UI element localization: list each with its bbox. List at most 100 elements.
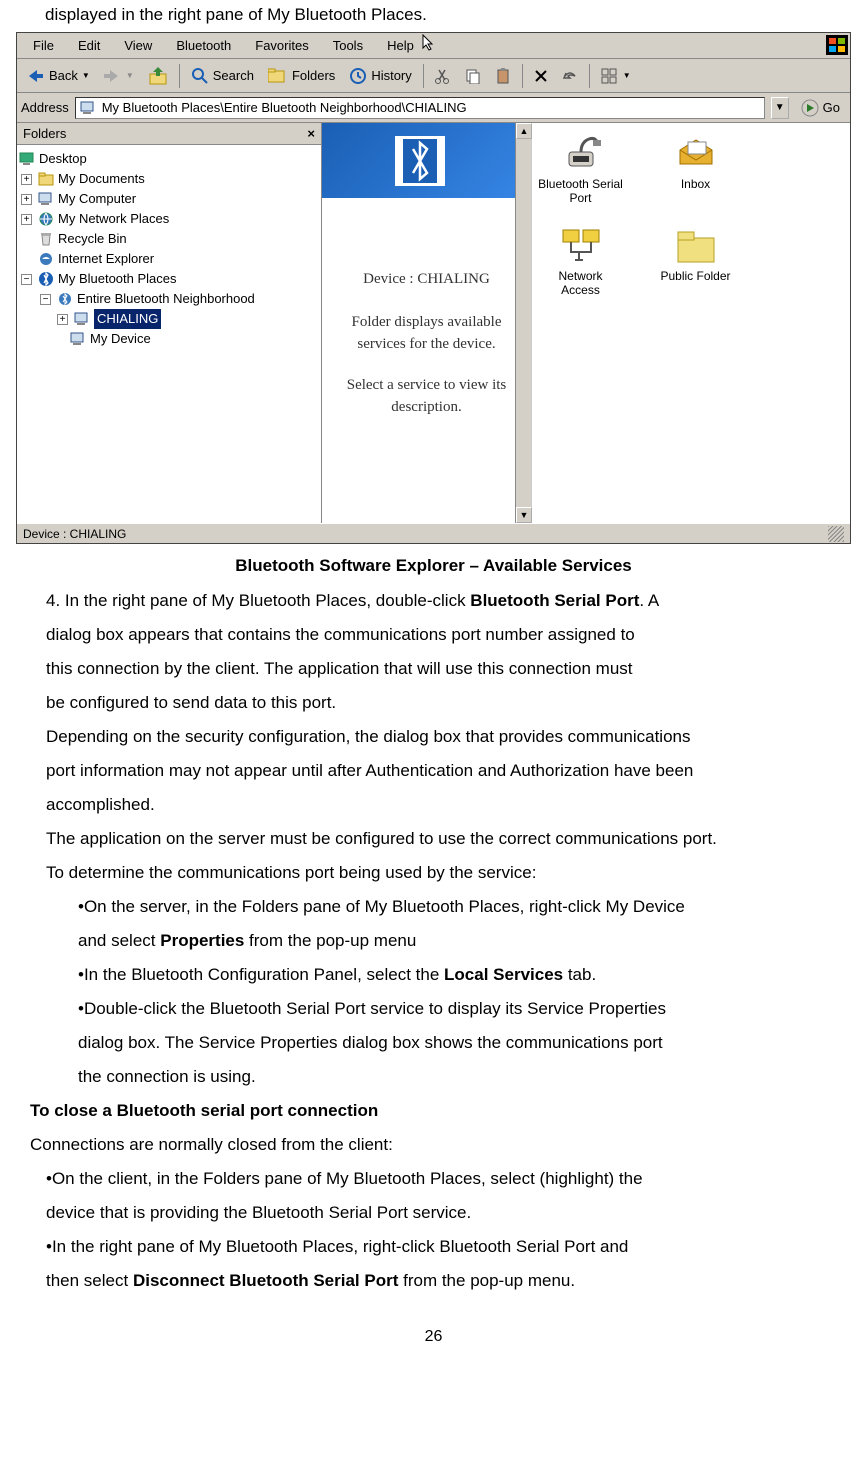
paste-button[interactable] [489, 65, 517, 87]
expand-icon[interactable]: + [57, 314, 68, 325]
undo-button[interactable] [556, 65, 584, 87]
para: Depending on the security configuration,… [30, 720, 837, 754]
folder-tree: Desktop +My Documents +My Computer + My N… [17, 145, 321, 353]
resize-grip-icon[interactable] [828, 526, 844, 542]
history-button[interactable]: History [343, 64, 417, 88]
tree-label: My Network Places [58, 209, 169, 229]
serial-port-icon [559, 134, 603, 172]
up-button[interactable] [142, 64, 174, 88]
tree-mynet[interactable]: + My Network Places [19, 209, 319, 229]
para: Connections are normally closed from the… [30, 1128, 837, 1162]
go-label: Go [823, 100, 840, 115]
inbox-icon [674, 134, 718, 172]
expand-icon[interactable]: + [21, 174, 32, 185]
folders-header-label: Folders [23, 126, 66, 141]
network-access-icon [559, 226, 603, 264]
bluetooth-icon [38, 271, 54, 287]
tree-label: Desktop [39, 149, 87, 169]
delete-button[interactable] [528, 66, 554, 86]
info-line1: Folder displays available services for t… [330, 311, 523, 356]
menu-favorites[interactable]: Favorites [243, 35, 320, 56]
tree-label: My Bluetooth Places [58, 269, 177, 289]
tree-chialing[interactable]: + CHIALING [19, 309, 319, 329]
folders-button[interactable]: Folders [262, 64, 341, 88]
tree-label: My Device [90, 329, 151, 349]
bullet: •On the server, in the Folders pane of M… [30, 890, 837, 924]
service-public-folder[interactable]: Public Folder [653, 225, 738, 297]
collapse-icon[interactable]: − [21, 274, 32, 285]
para: To determine the communications port bei… [30, 856, 837, 890]
info-line2: Select a service to view its description… [330, 374, 523, 419]
delete-icon [534, 69, 548, 83]
para: dialog box appears that contains the com… [30, 618, 837, 652]
paste-icon [495, 68, 511, 84]
folders-icon [268, 67, 288, 85]
scroll-down-icon[interactable]: ▼ [516, 507, 532, 523]
intro-line: displayed in the right pane of My Blueto… [10, 0, 857, 30]
services-pane: Bluetooth Serial Port Inbox Network Acce… [532, 123, 850, 523]
tree-btplaces[interactable]: − My Bluetooth Places [19, 269, 319, 289]
service-network-access[interactable]: Network Access [538, 225, 623, 297]
separator [522, 64, 523, 88]
menu-view[interactable]: View [112, 35, 164, 56]
scrollbar[interactable]: ▲ ▼ [515, 123, 531, 523]
search-label: Search [213, 68, 254, 83]
back-label: Back [49, 68, 78, 83]
tree-mydevice[interactable]: My Device [19, 329, 319, 349]
bullet: dialog box. The Service Properties dialo… [30, 1026, 837, 1060]
address-input[interactable]: My Bluetooth Places\Entire Bluetooth Nei… [75, 97, 765, 119]
panes: Folders × Desktop +My Documents +My Comp… [17, 123, 850, 523]
menu-tools[interactable]: Tools [321, 35, 375, 56]
desktop-icon [19, 151, 35, 167]
service-serial-port[interactable]: Bluetooth Serial Port [538, 133, 623, 205]
menu-edit[interactable]: Edit [66, 35, 112, 56]
search-icon [191, 67, 209, 85]
para: The application on the server must be co… [30, 822, 837, 856]
folders-close-icon[interactable]: × [307, 126, 315, 141]
expand-icon[interactable]: + [21, 214, 32, 225]
tree-label: Recycle Bin [58, 229, 127, 249]
folders-header: Folders × [17, 123, 321, 145]
menu-file[interactable]: File [21, 35, 66, 56]
up-folder-icon [148, 67, 168, 85]
windows-logo-icon [826, 35, 848, 55]
address-dropdown[interactable]: ▼ [771, 97, 789, 119]
scroll-track[interactable] [516, 139, 531, 507]
cut-icon [435, 68, 451, 84]
tree-mydocs[interactable]: +My Documents [19, 169, 319, 189]
device-icon [74, 311, 90, 327]
go-button[interactable]: Go [795, 99, 846, 117]
para: accomplished. [30, 788, 837, 822]
search-button[interactable]: Search [185, 64, 260, 88]
history-label: History [371, 68, 411, 83]
figure-caption: Bluetooth Software Explorer – Available … [10, 546, 857, 582]
copy-button[interactable] [459, 65, 487, 87]
menu-help[interactable]: Help [375, 35, 426, 56]
scroll-up-icon[interactable]: ▲ [516, 123, 532, 139]
separator [179, 64, 180, 88]
service-inbox[interactable]: Inbox [653, 133, 738, 205]
forward-button[interactable]: ▼ [98, 65, 140, 87]
tree-recycle[interactable]: Recycle Bin [19, 229, 319, 249]
menu-bluetooth[interactable]: Bluetooth [164, 35, 243, 56]
tree-label: CHIALING [94, 309, 161, 329]
bullet: and select Properties from the pop-up me… [30, 924, 837, 958]
status-text: Device : CHIALING [23, 527, 126, 541]
tree-ie[interactable]: Internet Explorer [19, 249, 319, 269]
explorer-screenshot: File Edit View Bluetooth Favorites Tools… [16, 32, 851, 544]
history-icon [349, 67, 367, 85]
go-icon [801, 99, 819, 117]
views-button[interactable]: ▼ [595, 65, 637, 87]
computer-icon [38, 191, 54, 207]
tree-mycomp[interactable]: +My Computer [19, 189, 319, 209]
public-folder-icon [674, 226, 718, 264]
tree-entire[interactable]: −Entire Bluetooth Neighborhood [19, 289, 319, 309]
document-body: 4. In the right pane of My Bluetooth Pla… [10, 582, 857, 1300]
cut-button[interactable] [429, 65, 457, 87]
info-text: Device : CHIALING Folder displays availa… [322, 198, 531, 429]
expand-icon[interactable]: + [21, 194, 32, 205]
collapse-icon[interactable]: − [40, 294, 51, 305]
tree-desktop[interactable]: Desktop [19, 149, 319, 169]
bluetooth-banner-icon [395, 136, 445, 186]
back-button[interactable]: Back ▼ [21, 65, 96, 87]
